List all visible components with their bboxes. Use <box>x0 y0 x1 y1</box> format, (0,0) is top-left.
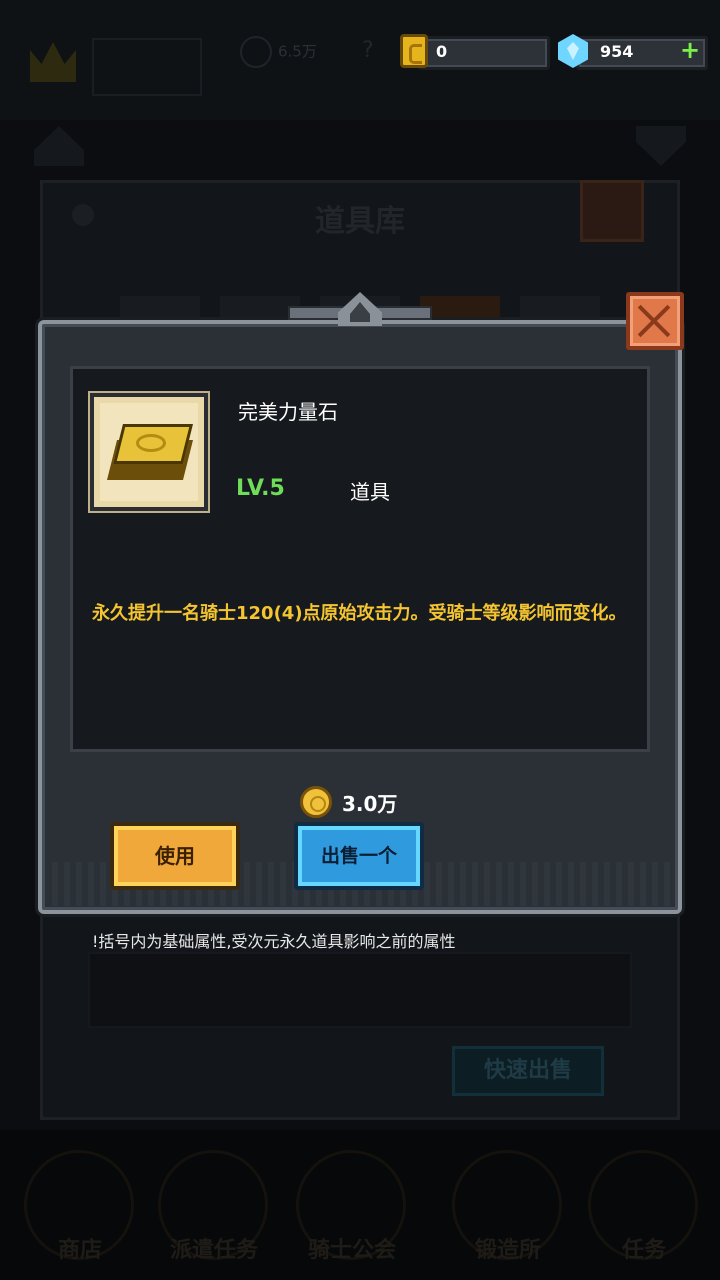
inventory-tab <box>120 296 200 320</box>
inventory-close-button <box>580 180 644 242</box>
player-name-box <box>92 38 202 96</box>
nav-quest-label: 任务 <box>621 1238 666 1263</box>
close-button[interactable] <box>626 292 684 350</box>
nav-guild-label: 骑士公会 <box>307 1238 396 1263</box>
nav-shop-label: 商店 <box>57 1238 102 1263</box>
crest-emblem-icon <box>338 292 382 326</box>
power-value: 6.5万 <box>278 42 317 61</box>
sell-price: 3.0万 <box>300 784 397 820</box>
modal-crest <box>288 292 432 326</box>
attribute-footnote: !括号内为基础属性,受次元永久道具影响之前的属性 <box>92 932 456 951</box>
nav-dispatch-label: 派遣任务 <box>169 1238 258 1263</box>
item-description: 永久提升一名骑士120(4)点原始攻击力。受骑士等级影响而变化。 <box>92 603 627 624</box>
coin-icon <box>300 786 332 818</box>
gold-value: 0 <box>436 42 448 61</box>
item-level: LV.5 <box>236 476 285 501</box>
gem-value: 954 <box>600 42 634 61</box>
inventory-tab <box>520 296 600 320</box>
sell-price-value: 3.0万 <box>342 791 398 816</box>
inventory-list-row <box>88 952 632 1028</box>
power-display: 6.5万 <box>240 36 350 68</box>
plus-icon[interactable]: + <box>680 36 700 64</box>
shield-icon <box>240 36 272 68</box>
item-name: 完美力量石 <box>238 400 338 424</box>
gold-stone-icon <box>107 420 193 482</box>
use-button[interactable]: 使用 <box>110 822 240 890</box>
inventory-tab <box>420 296 500 320</box>
nav-forge-label: 锻造所 <box>474 1238 541 1263</box>
help-icon: ? <box>362 38 374 63</box>
item-type: 道具 <box>350 480 390 504</box>
gold-coin-icon <box>400 34 428 68</box>
sell-one-button[interactable]: 出售一个 <box>294 822 424 890</box>
quick-sell-button: 快速出售 <box>452 1046 604 1096</box>
